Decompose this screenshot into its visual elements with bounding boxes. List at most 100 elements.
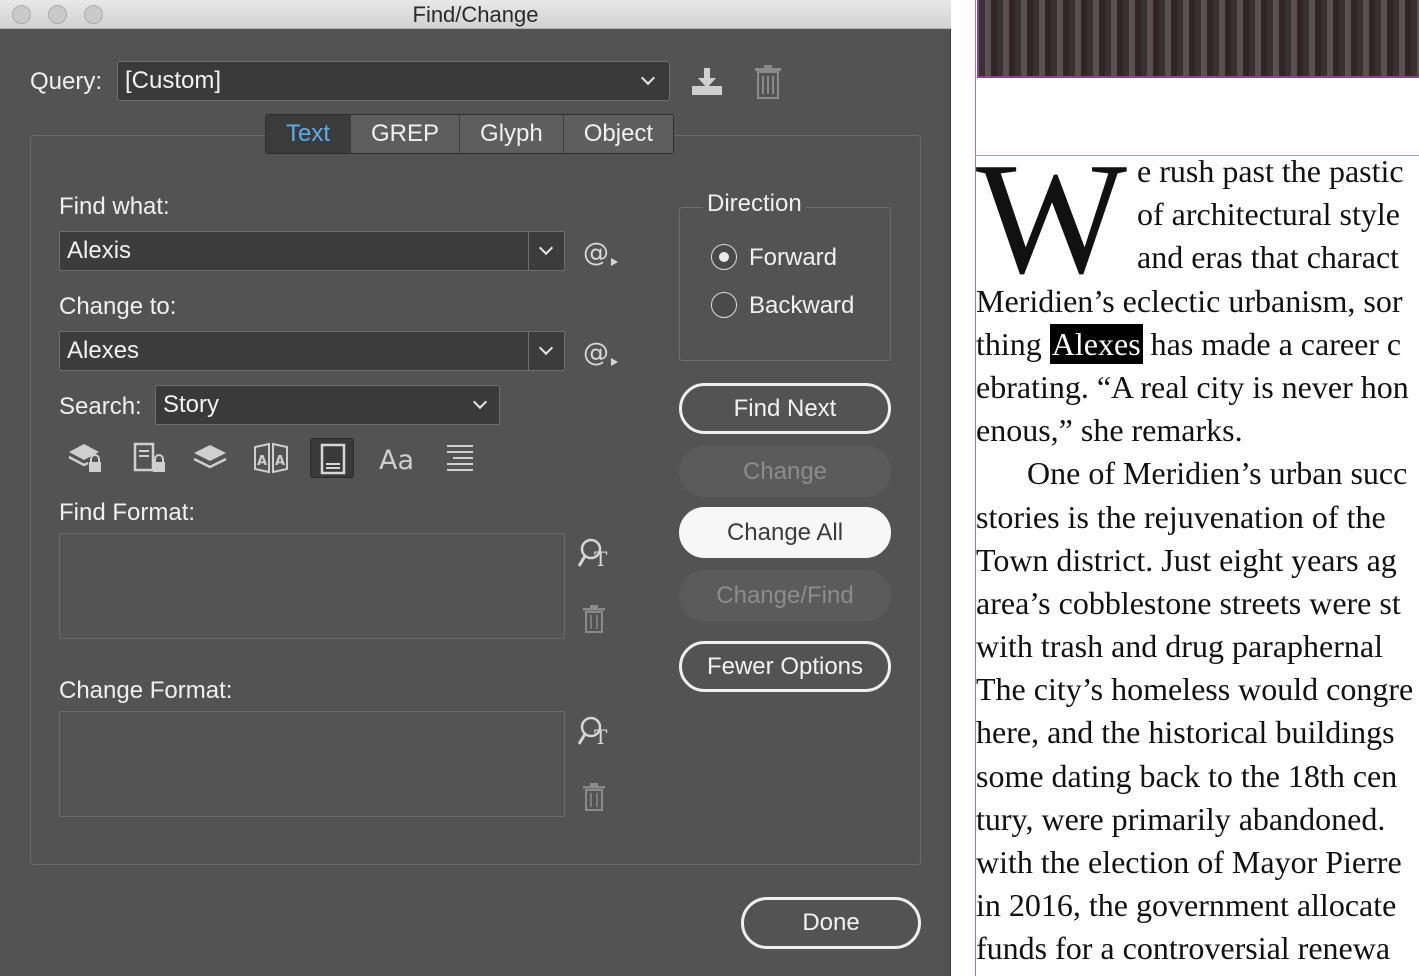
text-line: here, and the historical buildings bbox=[976, 716, 1395, 748]
svg-text:@: @ bbox=[583, 238, 609, 268]
text-line: thing Alexes has made a career c bbox=[976, 324, 1402, 364]
query-select[interactable]: [Custom] bbox=[117, 61, 670, 101]
master-pages-icon: A A bbox=[254, 442, 288, 474]
text-run: tury, were primarily abandoned. bbox=[976, 801, 1386, 837]
text-line: enous,” she remarks. bbox=[976, 414, 1243, 446]
find-format-label: Find Format: bbox=[59, 499, 196, 526]
placed-image bbox=[977, 0, 1419, 78]
include-hidden-layers-toggle[interactable] bbox=[188, 438, 232, 478]
search-scope-select[interactable]: Story bbox=[155, 385, 500, 425]
whole-word-toggle[interactable] bbox=[436, 438, 480, 478]
clear-change-format-icon[interactable] bbox=[582, 783, 606, 811]
found-match-highlight: Alexes bbox=[1049, 324, 1143, 364]
forward-label[interactable]: Forward bbox=[749, 244, 837, 272]
specify-find-format-icon[interactable]: T bbox=[578, 537, 614, 571]
tab-grep[interactable]: GREP bbox=[350, 115, 460, 153]
tab-glyph[interactable]: Glyph bbox=[459, 115, 563, 153]
text-run: has made a career c bbox=[1142, 326, 1402, 362]
text-run: Town district. Just eight years ag bbox=[976, 542, 1397, 578]
backward-label[interactable]: Backward bbox=[749, 292, 854, 320]
footnotes-icon bbox=[320, 443, 346, 475]
text-line: in 2016, the government allocate bbox=[976, 889, 1396, 921]
chevron-down-icon bbox=[640, 70, 656, 86]
chevron-down-icon bbox=[538, 340, 554, 356]
include-footnotes-toggle[interactable] bbox=[310, 438, 354, 478]
text-run: e rush past the pastic bbox=[1137, 153, 1404, 189]
text-line: One of Meridien’s urban succ bbox=[1027, 457, 1407, 489]
drop-cap: W bbox=[976, 129, 1128, 307]
locked-layers-icon bbox=[68, 444, 101, 472]
include-locked-layers-toggle[interactable] bbox=[63, 438, 107, 478]
specify-change-format-icon[interactable]: T bbox=[578, 715, 614, 749]
find-what-history-button[interactable] bbox=[528, 232, 564, 270]
text-line: The city’s homeless would congre bbox=[976, 673, 1413, 705]
search-label: Search: bbox=[59, 393, 142, 420]
tab-text[interactable]: Text bbox=[266, 115, 351, 153]
change-find-button[interactable]: Change/Find bbox=[679, 570, 891, 621]
text-run: Meridien’s eclectic urbanism, sor bbox=[976, 283, 1403, 319]
clear-find-format-icon[interactable] bbox=[582, 605, 606, 633]
change-to-history-button[interactable] bbox=[528, 332, 564, 370]
find-what-input[interactable]: Alexis bbox=[59, 231, 565, 271]
change-to-label: Change to: bbox=[59, 293, 177, 320]
case-sensitive-icon: Aa bbox=[379, 445, 414, 475]
text-run: and eras that charact bbox=[1137, 239, 1400, 275]
chevron-down-icon bbox=[538, 240, 554, 256]
text-run: with the election of Mayor Pierre bbox=[976, 844, 1402, 880]
text-run: with trash and drug paraphernal bbox=[976, 628, 1383, 664]
change-button[interactable]: Change bbox=[679, 446, 891, 497]
svg-text:A: A bbox=[257, 454, 267, 469]
save-query-icon[interactable] bbox=[689, 66, 725, 98]
text-line: with trash and drug paraphernal bbox=[976, 630, 1383, 662]
svg-text:T: T bbox=[594, 547, 608, 571]
text-run: in 2016, the government allocate bbox=[976, 887, 1397, 923]
text-line: and eras that charact bbox=[1137, 241, 1399, 273]
text-line: Meridien’s eclectic urbanism, sor bbox=[976, 285, 1403, 317]
backward-radio[interactable] bbox=[711, 292, 737, 318]
change-format-box[interactable] bbox=[59, 711, 565, 817]
chevron-down-icon bbox=[472, 394, 488, 410]
change-all-button[interactable]: Change All bbox=[679, 507, 891, 558]
text-line: area’s cobblestone streets were st bbox=[976, 587, 1401, 619]
special-characters-icon[interactable]: @ bbox=[583, 236, 621, 268]
query-label: Query: bbox=[30, 68, 103, 95]
special-characters-icon[interactable]: @ bbox=[583, 336, 621, 368]
find-what-value: Alexis bbox=[67, 237, 132, 264]
text-line: stories is the rejuvenation of the bbox=[976, 501, 1386, 533]
text-line: tury, were primarily abandoned. bbox=[976, 803, 1385, 835]
whole-word-icon bbox=[447, 445, 473, 471]
svg-text:Aa: Aa bbox=[379, 445, 414, 475]
fewer-options-button[interactable]: Fewer Options bbox=[679, 641, 891, 692]
locked-stories-icon bbox=[133, 442, 165, 472]
text-run: ebrating. “A real city is never hon bbox=[976, 369, 1409, 405]
change-to-input[interactable]: Alexes bbox=[59, 331, 565, 371]
delete-query-icon[interactable] bbox=[752, 64, 784, 100]
find-change-dialog: Find/Change Query: [Custom] Text GREP Gl… bbox=[0, 0, 951, 976]
include-master-pages-toggle[interactable]: A A bbox=[248, 438, 292, 478]
tab-object[interactable]: Object bbox=[562, 115, 674, 153]
text-run: here, and the historical buildings bbox=[976, 714, 1395, 750]
text-line: of architectural style bbox=[1137, 198, 1400, 230]
include-locked-stories-toggle[interactable] bbox=[127, 438, 171, 478]
text-run: area’s cobblestone streets were st bbox=[976, 585, 1401, 621]
text-run: The city’s homeless would congre bbox=[976, 671, 1414, 707]
text-run: stories is the rejuvenation of the bbox=[976, 499, 1386, 535]
text-run: thing bbox=[976, 326, 1050, 362]
direction-legend: Direction bbox=[703, 190, 806, 218]
find-next-button[interactable]: Find Next bbox=[679, 383, 891, 434]
text-run: of architectural style bbox=[1137, 196, 1400, 232]
text-line: some dating back to the 18th cen bbox=[976, 760, 1397, 792]
text-line: Town district. Just eight years ag bbox=[976, 544, 1397, 576]
case-sensitive-toggle[interactable]: Aa bbox=[373, 438, 417, 478]
text-line: e rush past the pastic bbox=[1137, 155, 1404, 187]
svg-text:@: @ bbox=[583, 338, 609, 368]
svg-text:A: A bbox=[275, 454, 285, 469]
svg-text:T: T bbox=[594, 725, 608, 749]
document-page: W e rush past the pastic of architectural… bbox=[952, 0, 1419, 976]
search-scope-value: Story bbox=[163, 391, 220, 418]
text-line: with the election of Mayor Pierre bbox=[976, 846, 1402, 878]
done-button[interactable]: Done bbox=[741, 897, 921, 949]
find-format-box[interactable] bbox=[59, 533, 565, 639]
forward-radio[interactable] bbox=[711, 244, 737, 270]
text-run: funds for a controversial renewa bbox=[976, 930, 1391, 966]
